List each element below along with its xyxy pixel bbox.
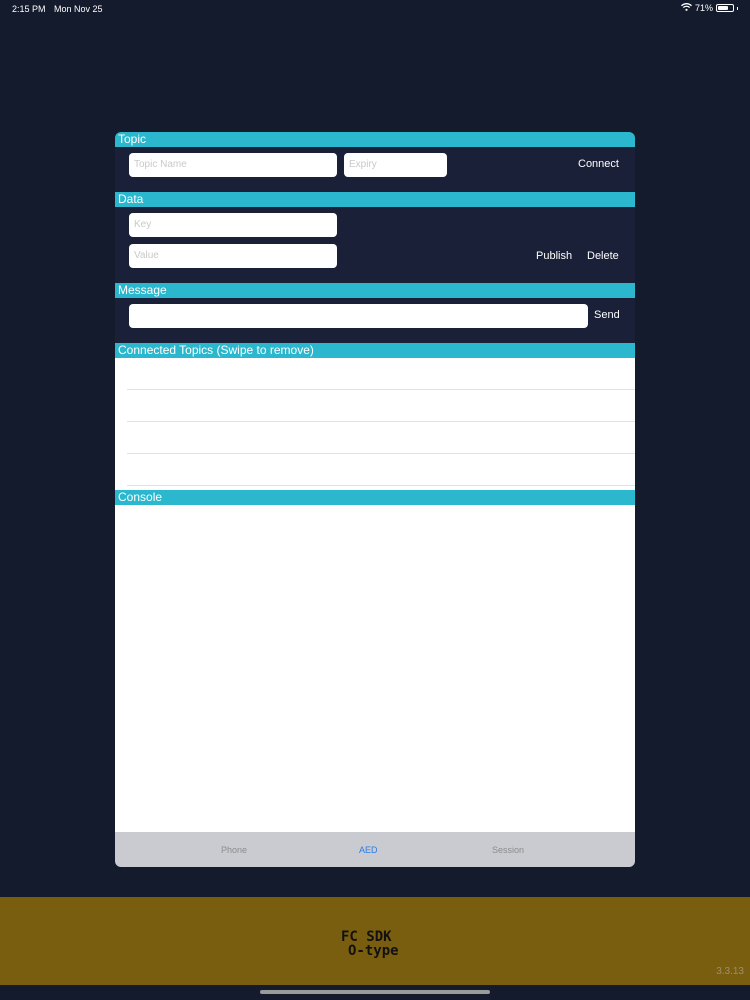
list-item[interactable] <box>127 390 635 422</box>
status-indicators: 71% <box>681 3 738 13</box>
value-input[interactable] <box>129 244 337 268</box>
send-button[interactable]: Send <box>594 309 620 321</box>
tab-phone[interactable]: Phone <box>221 845 247 855</box>
message-input[interactable] <box>129 304 588 328</box>
tab-session[interactable]: Session <box>492 845 524 855</box>
tab-bar: Phone AED Session <box>115 832 635 867</box>
fc-sdk-logo: FC SDK O-type <box>341 930 409 958</box>
battery-percent: 71% <box>694 3 713 13</box>
battery-fill <box>718 6 728 10</box>
list-item[interactable] <box>127 454 635 486</box>
message-section-header: Message <box>115 283 635 298</box>
connected-topics-list[interactable] <box>115 358 635 490</box>
logo-line-2: O-type <box>348 943 399 959</box>
status-date: Mon Nov 25 <box>54 4 103 14</box>
data-section-header: Data <box>115 192 635 207</box>
tab-aed[interactable]: AED <box>359 845 378 855</box>
main-panel: Topic Connect Data Publish Delete Messag… <box>115 132 635 867</box>
delete-button[interactable]: Delete <box>587 250 619 262</box>
console-section-header: Console <box>115 490 635 505</box>
key-input[interactable] <box>129 213 337 237</box>
connect-button[interactable]: Connect <box>578 158 619 170</box>
status-time: 2:15 PM <box>12 4 46 14</box>
status-bar: 2:15 PM Mon Nov 25 71% <box>0 0 750 20</box>
publish-button[interactable]: Publish <box>536 250 572 262</box>
topic-section-header: Topic <box>115 132 635 147</box>
list-item[interactable] <box>127 358 635 390</box>
console-output[interactable] <box>115 505 635 832</box>
battery-icon <box>716 4 734 12</box>
wifi-icon <box>681 3 692 13</box>
topic-name-input[interactable] <box>129 153 337 177</box>
list-item[interactable] <box>127 422 635 454</box>
battery-tip <box>737 6 738 10</box>
version-label: 3.3.13 <box>716 966 744 977</box>
home-indicator[interactable] <box>260 990 490 994</box>
expiry-input[interactable] <box>344 153 447 177</box>
connected-topics-section-header: Connected Topics (Swipe to remove) <box>115 343 635 358</box>
